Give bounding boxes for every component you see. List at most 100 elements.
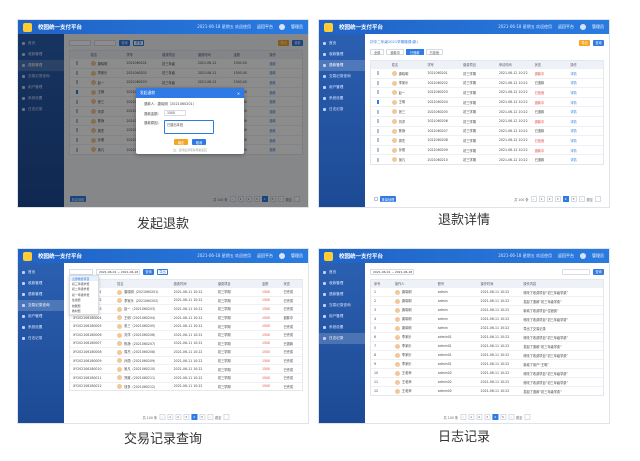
sidebar-item-settings[interactable]: 系统设置 <box>319 322 365 333</box>
prev-page-button[interactable]: ‹ <box>159 414 166 420</box>
search-button[interactable]: 查询 <box>593 268 604 275</box>
sidebar-item-transactions[interactable]: 交易记录查询 <box>18 300 64 311</box>
tab-refunded[interactable]: 已退款 <box>405 49 424 55</box>
page-button[interactable]: 3 <box>554 196 561 202</box>
platform-link[interactable]: 返回平台 <box>257 24 273 30</box>
close-icon[interactable]: ✕ <box>237 91 240 96</box>
sidebar-item-refund[interactable]: 退款管理 <box>319 60 365 71</box>
row-checkbox[interactable] <box>377 148 379 153</box>
sidebar-item-settings[interactable]: 系统设置 <box>18 322 64 333</box>
select-all-checkbox[interactable] <box>374 197 378 201</box>
export-button[interactable]: 导出 <box>157 268 168 275</box>
cancel-button[interactable]: 取消 <box>192 139 206 145</box>
page-button[interactable]: 5 <box>199 414 206 420</box>
detail-link[interactable]: 详情 <box>567 119 603 124</box>
avatar[interactable] <box>279 253 285 259</box>
batch-process-button[interactable]: 批量处理 <box>380 196 396 202</box>
detail-link[interactable]: 详情 <box>567 71 603 76</box>
tab-refunding[interactable]: 退款中 <box>386 49 404 55</box>
sidebar-item-logs[interactable]: 日志记录 <box>319 333 365 344</box>
sidebar-item-logs[interactable]: 日志记录 <box>18 333 64 344</box>
row-checkbox[interactable] <box>377 119 379 124</box>
search-input[interactable] <box>562 268 590 275</box>
amount-field[interactable]: 1500 <box>163 110 186 116</box>
tab-rejected[interactable]: 已拒绝 <box>425 49 444 55</box>
detail-link[interactable]: 详情 <box>567 157 603 162</box>
row-checkbox[interactable] <box>377 80 379 85</box>
sidebar-item-refund[interactable]: 退款管理 <box>18 289 64 300</box>
search-button[interactable]: 查询 <box>143 268 154 275</box>
sidebar-item-transactions[interactable]: 交易记录查询 <box>319 300 365 311</box>
dropdown-option[interactable]: 教材费 <box>70 308 98 313</box>
sidebar-item-settings[interactable]: 系统设置 <box>319 93 365 104</box>
goto-input[interactable] <box>524 414 531 420</box>
user-name[interactable]: 管理员 <box>291 253 303 259</box>
sidebar-item-transactions[interactable]: 交易记录查询 <box>319 71 365 82</box>
user-name[interactable]: 管理员 <box>592 253 604 259</box>
avatar[interactable] <box>279 24 285 30</box>
page-button[interactable]: 4 <box>562 196 569 202</box>
row-checkbox[interactable] <box>377 138 379 143</box>
next-page-button[interactable]: › <box>207 414 214 420</box>
detail-link[interactable]: 详情 <box>567 90 603 95</box>
sidebar-item-collect[interactable]: 收款管理 <box>18 278 64 289</box>
page-button[interactable]: 1 <box>468 414 475 420</box>
goto-label: 跳至 <box>215 415 222 420</box>
date-range-input[interactable]: 2021-06-01 ~ 2021-06-18 <box>96 268 140 275</box>
page-button[interactable]: 3 <box>183 414 190 420</box>
confirm-button[interactable]: 确定 <box>174 139 188 145</box>
goto-input[interactable] <box>595 196 601 202</box>
page-button[interactable]: 4 <box>191 414 198 420</box>
row-checkbox[interactable] <box>377 100 379 105</box>
date-range-input[interactable]: 2021-06-01 ~ 2021-06-18 <box>370 268 414 275</box>
detail-link[interactable]: 详情 <box>567 100 603 105</box>
sidebar-item-home[interactable]: 首页 <box>319 38 365 49</box>
page-button[interactable]: 5 <box>570 196 577 202</box>
tab-all[interactable]: 全部 <box>370 49 385 55</box>
next-page-button[interactable]: › <box>508 414 515 420</box>
user-name[interactable]: 管理员 <box>291 24 303 30</box>
platform-link[interactable]: 返回平台 <box>558 24 574 30</box>
row-checkbox[interactable] <box>377 109 379 114</box>
page-button[interactable]: 1 <box>538 196 545 202</box>
detail-link[interactable]: 详情 <box>567 148 603 153</box>
detail-link[interactable]: 详情 <box>567 138 603 143</box>
sidebar-item-users[interactable]: 用户管理 <box>319 82 365 93</box>
page-button[interactable]: 5 <box>500 414 507 420</box>
user-name[interactable]: 管理员 <box>592 24 604 30</box>
row-checkbox[interactable] <box>377 71 379 76</box>
row-checkbox[interactable] <box>377 90 379 95</box>
sidebar-item-home[interactable]: 首页 <box>18 267 64 278</box>
goto-input[interactable] <box>223 414 230 420</box>
detail-link[interactable]: 详情 <box>567 80 603 85</box>
project-select[interactable] <box>69 268 93 275</box>
page-button[interactable]: 2 <box>546 196 553 202</box>
page-button[interactable]: 3 <box>484 414 491 420</box>
detail-link[interactable]: 详情 <box>567 128 603 133</box>
sidebar-item-users[interactable]: 用户管理 <box>319 311 365 322</box>
export-button[interactable]: 导出 <box>579 39 590 46</box>
search-button[interactable]: 查询 <box>593 39 604 46</box>
page-button[interactable]: 1 <box>167 414 174 420</box>
sidebar-item-home[interactable]: 首页 <box>319 267 365 278</box>
page-button[interactable]: 2 <box>175 414 182 420</box>
prev-page-button[interactable]: ‹ <box>530 196 537 202</box>
next-page-button[interactable]: › <box>578 196 585 202</box>
page-button[interactable]: 4 <box>492 414 499 420</box>
sidebar-item-refund[interactable]: 退款管理 <box>319 289 365 300</box>
sidebar-item-collect[interactable]: 收款管理 <box>319 278 365 289</box>
sidebar-item-users[interactable]: 用户管理 <box>18 311 64 322</box>
time-cell: 2021-06-11 10:22 <box>480 371 510 375</box>
avatar[interactable] <box>580 253 586 259</box>
avatar[interactable] <box>580 24 586 30</box>
row-checkbox[interactable] <box>377 128 379 133</box>
row-checkbox[interactable] <box>377 157 379 162</box>
platform-link[interactable]: 返回平台 <box>558 253 574 259</box>
sidebar-item-collect[interactable]: 收款管理 <box>319 49 365 60</box>
reason-field[interactable]: 已退出本班 <box>163 120 214 134</box>
sidebar-item-logs[interactable]: 日志记录 <box>319 104 365 115</box>
platform-link[interactable]: 返回平台 <box>257 253 273 259</box>
page-button[interactable]: 2 <box>476 414 483 420</box>
prev-page-button[interactable]: ‹ <box>460 414 467 420</box>
detail-link[interactable]: 详情 <box>567 109 603 114</box>
